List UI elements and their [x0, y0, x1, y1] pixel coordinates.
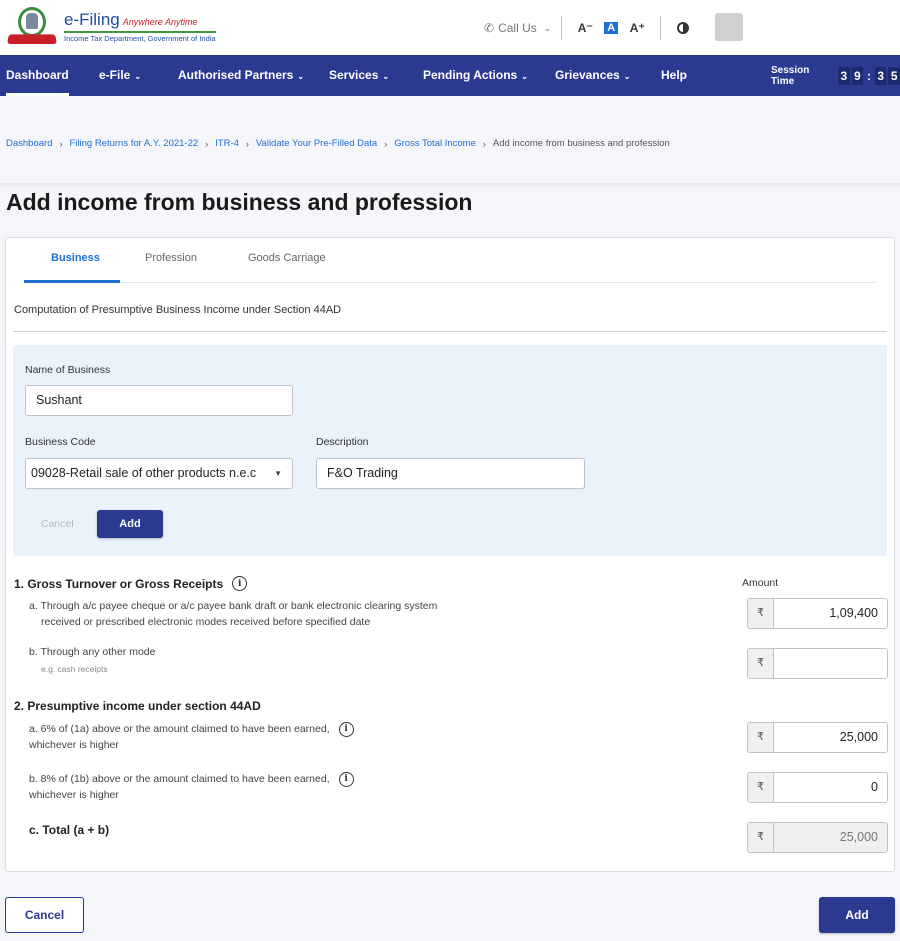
caret-down-icon: ▼	[274, 459, 282, 488]
presumptive-a-label: a. 6% of (1a) above or the amount claime…	[29, 721, 354, 753]
rupee-icon: ₹	[748, 723, 774, 752]
presumptive-income-heading: 2. Presumptive income under section 44AD	[14, 699, 261, 713]
session-digit: 9	[852, 67, 864, 85]
breadcrumb-gross-total-income[interactable]: Gross Total Income	[394, 138, 476, 149]
info-icon[interactable]: i	[339, 722, 354, 737]
active-tab-indicator	[24, 280, 120, 283]
contrast-icon[interactable]	[677, 22, 689, 34]
font-decrease-button[interactable]: A⁻	[572, 17, 598, 39]
breadcrumb-validate-data[interactable]: Validate Your Pre-Filled Data	[256, 138, 377, 149]
gross-turnover-heading: 1. Gross Turnover or Gross Receipts i	[14, 576, 247, 591]
nav-authorised-partners[interactable]: Authorised Partners⌄	[178, 55, 304, 96]
presumptive-total-input: ₹ 25,000	[747, 822, 888, 853]
call-us-label: Call Us	[498, 21, 537, 35]
presumptive-total-label: c. Total (a + b)	[29, 822, 109, 838]
nav-efile[interactable]: e-File⌄	[99, 55, 141, 96]
logo-tagline: Anywhere Anytime	[123, 17, 198, 27]
session-label: Session Time	[771, 65, 833, 87]
breadcrumb-itr4[interactable]: ITR-4	[215, 138, 239, 149]
emblem-icon	[6, 6, 58, 46]
chevron-down-icon: ⌄	[521, 72, 528, 81]
presumptive-b-input[interactable]: ₹ 0	[747, 772, 888, 803]
rupee-icon: ₹	[748, 649, 774, 678]
description-label: Description	[316, 436, 369, 448]
cancel-button[interactable]: Cancel	[5, 897, 84, 933]
divider	[13, 331, 887, 332]
header-tools: ✆ Call Us ⌄ A⁻ A A⁺	[484, 14, 689, 42]
chevron-down-icon: ⌄	[544, 23, 552, 34]
breadcrumb-current: Add income from business and profession	[493, 138, 670, 149]
presumptive-a-input[interactable]: ₹ 25,000	[747, 722, 888, 753]
rupee-icon: ₹	[748, 773, 774, 802]
breadcrumb: Dashboard › Filing Returns for A.Y. 2021…	[6, 138, 670, 149]
chevron-down-icon: ⌄	[382, 72, 389, 81]
session-digit: 5	[888, 67, 900, 85]
top-header: e-Filing Anywhere Anytime Income Tax Dep…	[0, 0, 900, 55]
font-increase-button[interactable]: A⁺	[624, 17, 650, 39]
gross-turnover-a-input[interactable]: ₹ 1,09,400	[747, 598, 888, 629]
rupee-icon: ₹	[748, 599, 774, 628]
tab-profession[interactable]: Profession	[145, 252, 197, 264]
breadcrumb-filing-returns[interactable]: Filing Returns for A.Y. 2021-22	[69, 138, 198, 149]
chevron-right-icon: ›	[59, 139, 62, 149]
business-code-value: 09028-Retail sale of other products n.e.…	[31, 466, 256, 480]
tab-goods-carriage[interactable]: Goods Carriage	[248, 252, 326, 264]
font-normal-button[interactable]: A	[598, 17, 624, 39]
info-icon[interactable]: i	[232, 576, 247, 591]
name-of-business-label: Name of Business	[25, 364, 110, 376]
add-button[interactable]: Add	[819, 897, 895, 933]
phone-icon: ✆	[484, 21, 494, 35]
name-of-business-input[interactable]: Sushant	[25, 385, 293, 416]
gross-turnover-a-label: a. Through a/c payee cheque or a/c payee…	[29, 598, 437, 630]
gross-turnover-b-hint: e.g. cash receipts	[41, 664, 108, 674]
page-title: Add income from business and profession	[6, 189, 472, 216]
chevron-right-icon: ›	[384, 139, 387, 149]
description-input[interactable]: F&O Trading	[316, 458, 585, 489]
business-cancel-button[interactable]: Cancel	[41, 518, 74, 530]
business-code-select[interactable]: 09028-Retail sale of other products n.e.…	[25, 458, 293, 489]
chevron-down-icon: ⌄	[297, 72, 304, 81]
chevron-down-icon: ⌄	[134, 72, 141, 81]
logo-subtitle: Income Tax Department, Government of Ind…	[64, 34, 216, 43]
divider	[561, 16, 562, 40]
section-title: Computation of Presumptive Business Inco…	[14, 304, 341, 316]
logo-title: e-Filing	[64, 10, 120, 30]
gross-turnover-b-input[interactable]: ₹	[747, 648, 888, 679]
nav-dashboard[interactable]: Dashboard	[6, 55, 69, 96]
rupee-icon: ₹	[748, 823, 774, 852]
income-card: Business Profession Goods Carriage Compu…	[5, 237, 895, 872]
chevron-down-icon: ⌄	[624, 72, 631, 81]
tab-bar: Business Profession Goods Carriage	[24, 238, 876, 283]
chevron-right-icon: ›	[246, 139, 249, 149]
session-digit: 3	[838, 67, 850, 85]
session-timer: Session Time 3 9 : 3 5	[771, 55, 900, 96]
business-details-panel: Name of Business Sushant Business Code 0…	[13, 345, 887, 556]
business-add-button[interactable]: Add	[97, 510, 163, 538]
efiling-logo[interactable]: e-Filing Anywhere Anytime Income Tax Dep…	[6, 6, 216, 46]
chevron-right-icon: ›	[483, 139, 486, 149]
nav-pending-actions[interactable]: Pending Actions⌄	[423, 55, 528, 96]
tab-business[interactable]: Business	[51, 252, 100, 264]
main-nav: Dashboard e-File⌄ Authorised Partners⌄ S…	[0, 55, 900, 96]
divider	[660, 16, 661, 40]
chevron-right-icon: ›	[205, 139, 208, 149]
nav-help[interactable]: Help	[661, 55, 687, 96]
amount-header: Amount	[742, 577, 778, 589]
info-icon[interactable]: i	[339, 772, 354, 787]
session-colon: :	[865, 69, 873, 83]
breadcrumb-dashboard[interactable]: Dashboard	[6, 138, 52, 149]
session-digit: 3	[875, 67, 887, 85]
gross-turnover-b-label: b. Through any other mode	[29, 644, 155, 660]
presumptive-b-label: b. 8% of (1b) above or the amount claime…	[29, 771, 354, 803]
nav-services[interactable]: Services⌄	[329, 55, 389, 96]
call-us-dropdown[interactable]: ✆ Call Us ⌄	[484, 21, 551, 35]
nav-grievances[interactable]: Grievances⌄	[555, 55, 630, 96]
avatar[interactable]	[715, 13, 743, 41]
business-code-label: Business Code	[25, 436, 96, 448]
